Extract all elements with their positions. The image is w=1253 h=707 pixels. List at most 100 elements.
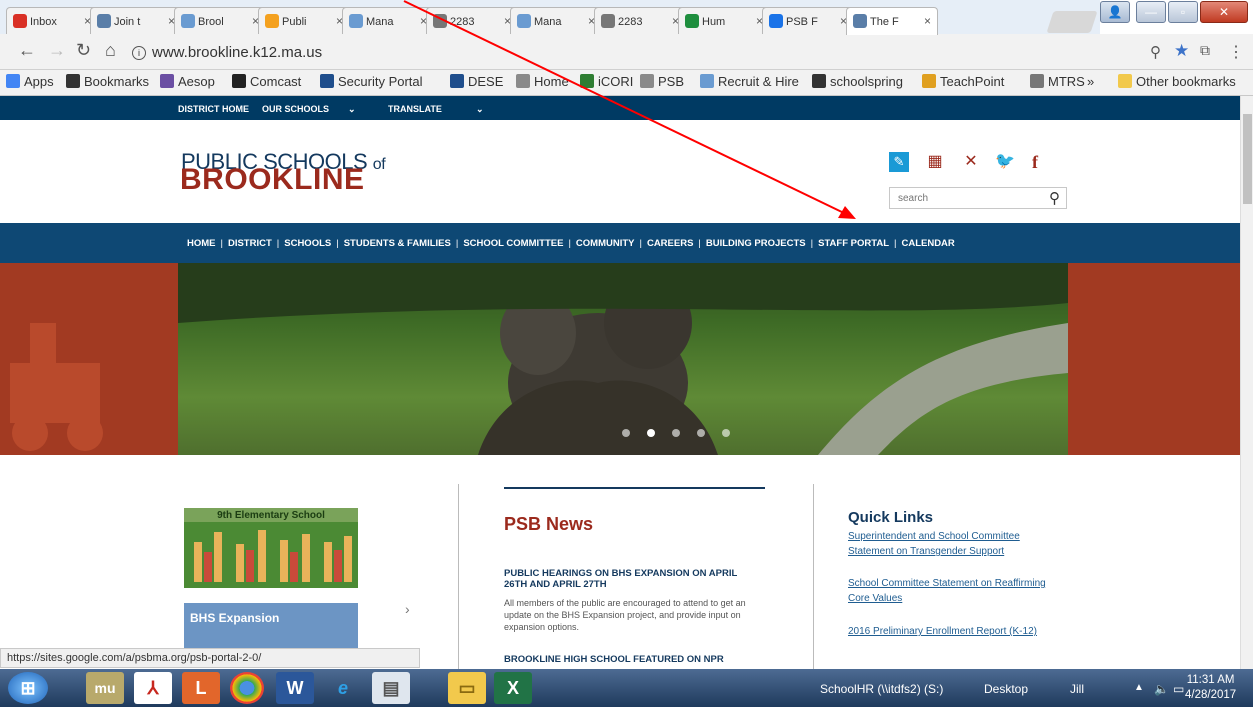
quick-link[interactable]: School Committee Statement on Reaffirmin… [848,576,1048,606]
bookmark-item[interactable]: Comcast [232,74,301,89]
show-hidden-icons[interactable]: ▲ [1134,682,1144,693]
bookmark-item[interactable]: Other bookmarks [1118,74,1236,89]
menu-icon[interactable]: ⋮ [1228,42,1244,62]
maximize-button[interactable]: ▫ [1168,1,1198,23]
calculator-icon[interactable]: ▤ [372,672,410,704]
nav-link-building-projects[interactable]: BUILDING PROJECTS [706,238,806,249]
bookmark-item[interactable]: DESE [450,74,503,89]
acrobat-icon[interactable]: ⅄ [134,672,172,704]
carousel-dot[interactable] [622,429,630,437]
bookmark-item[interactable]: MTRS [1030,74,1085,89]
scrollbar-thumb[interactable] [1243,114,1252,204]
quick-link[interactable]: Superintendent and School Committee Stat… [848,529,1048,559]
bookmark-item[interactable]: schoolspring [812,74,903,89]
browser-tab[interactable]: Publi × [258,7,350,34]
nav-link-home[interactable]: HOME [187,238,216,249]
extension-icon[interactable]: ⧉ [1200,42,1210,59]
taskbar-app-l[interactable]: L [182,672,220,704]
district-home-link[interactable]: DISTRICT HOME [178,104,249,114]
page-scrollbar[interactable] [1240,96,1253,669]
browser-tab[interactable]: Mana × [342,7,434,34]
bookmark-star-icon[interactable]: ★ [1174,41,1189,61]
nav-link-schools[interactable]: SCHOOLS [284,238,331,249]
nav-link-calendar[interactable]: CALENDAR [901,238,954,249]
browser-tab[interactable]: 2283 × [426,7,518,34]
nav-link-staff-portal[interactable]: STAFF PORTAL [818,238,889,249]
nav-link-school-committee[interactable]: SCHOOL COMMITTEE [463,238,563,249]
browser-tab[interactable]: Join t × [90,7,182,34]
promo-bhs-expansion[interactable]: BHS Expansion [184,603,358,653]
forward-icon[interactable]: → [48,40,66,61]
bookmark-item[interactable]: Home [516,74,569,89]
facebook-icon[interactable]: f [1025,152,1045,172]
start-button[interactable]: ⊞ [8,672,48,704]
browser-tab[interactable]: Hum × [678,7,770,34]
browser-tab[interactable]: Mana × [510,7,602,34]
calendar-icon[interactable]: ▦ [925,152,945,172]
bookmark-item[interactable]: TeachPoint [922,74,1004,89]
carousel-dot[interactable] [697,429,705,437]
search-input[interactable] [898,189,1048,208]
bookmark-item[interactable]: Recruit & Hire [700,74,799,89]
chrome-icon[interactable] [230,672,264,704]
translate-link[interactable]: TRANSLATE [388,104,442,114]
carousel-dot[interactable] [722,429,730,437]
taskbar-toolbar-jill[interactable]: Jill [1070,682,1084,696]
twitter-icon[interactable]: 🐦 [995,152,1015,172]
system-clock[interactable]: 11:31 AM 4/28/2017 [1185,673,1236,703]
minimize-button[interactable]: — [1136,1,1166,23]
taskbar-toolbar-desktop[interactable]: Desktop [984,682,1028,696]
network-icon[interactable]: ▭ [1173,682,1184,696]
nav-link-community[interactable]: COMMUNITY [576,238,635,249]
browser-tab[interactable]: 2283 × [594,7,686,34]
search-icon[interactable]: ⚲ [1049,189,1060,207]
nav-link-careers[interactable]: CAREERS [647,238,693,249]
taskbar-app-mu[interactable]: mu [86,672,124,704]
taskbar-toolbar-schoolhr[interactable]: SchoolHR (\\itdfs2) (S:) [820,682,943,696]
home-icon[interactable]: ⌂ [105,40,116,61]
comcast-icon [232,74,246,88]
close-window-button[interactable]: ✕ [1200,1,1248,23]
browser-tab[interactable]: Inbox × [6,7,98,34]
bookmark-item[interactable]: iCORI [580,74,633,89]
blog-icon[interactable]: ✎ [889,152,909,172]
globe-icon [640,74,654,88]
carousel-dot[interactable] [647,429,655,437]
nav-link-students-families[interactable]: STUDENTS & FAMILIES [344,238,451,249]
chevron-down-icon[interactable]: ⌄ [476,104,484,115]
quick-link[interactable]: 2016 Preliminary Enrollment Report (K-12… [848,624,1048,639]
address-bar[interactable]: i www.brookline.k12.ma.us [132,44,322,61]
bookmark-item[interactable]: » [1087,74,1094,89]
news-item-headline[interactable]: BROOKLINE HIGH SCHOOL FEATURED ON NPR [504,654,754,665]
carousel-dot[interactable] [672,429,680,437]
star-icon [66,74,80,88]
zoom-icon[interactable]: ⚲ [1150,43,1161,61]
chevron-right-icon[interactable]: › [405,601,410,617]
close-tab-icon[interactable]: × [924,14,931,28]
reload-icon[interactable]: ↻ [76,40,91,61]
browser-tab[interactable]: PSB F × [762,7,854,34]
user-profile-button[interactable]: 👤 [1100,1,1130,23]
news-item-headline[interactable]: PUBLIC HEARINGS ON BHS EXPANSION ON APRI… [504,568,754,590]
bookmark-item[interactable]: Bookmarks [66,74,149,89]
menu-utensils-icon[interactable]: ✕ [961,152,981,172]
bookmark-item[interactable]: PSB [640,74,684,89]
bookmark-item[interactable]: Apps [6,74,54,89]
back-icon[interactable]: ← [18,40,36,61]
promo-9th-elementary[interactable]: 9th Elementary School [184,508,358,588]
new-tab-button[interactable] [1046,11,1098,33]
browser-tab[interactable]: The F × [846,7,938,35]
word-icon[interactable]: W [276,672,314,704]
folder-icon[interactable]: ▭ [448,672,486,704]
info-icon[interactable]: i [132,46,146,60]
excel-icon[interactable]: X [494,672,532,704]
ie-icon[interactable]: e [324,672,362,704]
bookmark-item[interactable]: Aesop [160,74,215,89]
bookmark-item[interactable]: Security Portal [320,74,423,89]
browser-tab[interactable]: Brool × [174,7,266,34]
chevron-down-icon[interactable]: ⌄ [348,104,356,115]
nav-link-district[interactable]: DISTRICT [228,238,272,249]
volume-icon[interactable]: 🔈 [1154,682,1169,696]
site-logo-line2[interactable]: BROOKLINE [180,163,365,197]
our-schools-link[interactable]: OUR SCHOOLS [262,104,329,114]
